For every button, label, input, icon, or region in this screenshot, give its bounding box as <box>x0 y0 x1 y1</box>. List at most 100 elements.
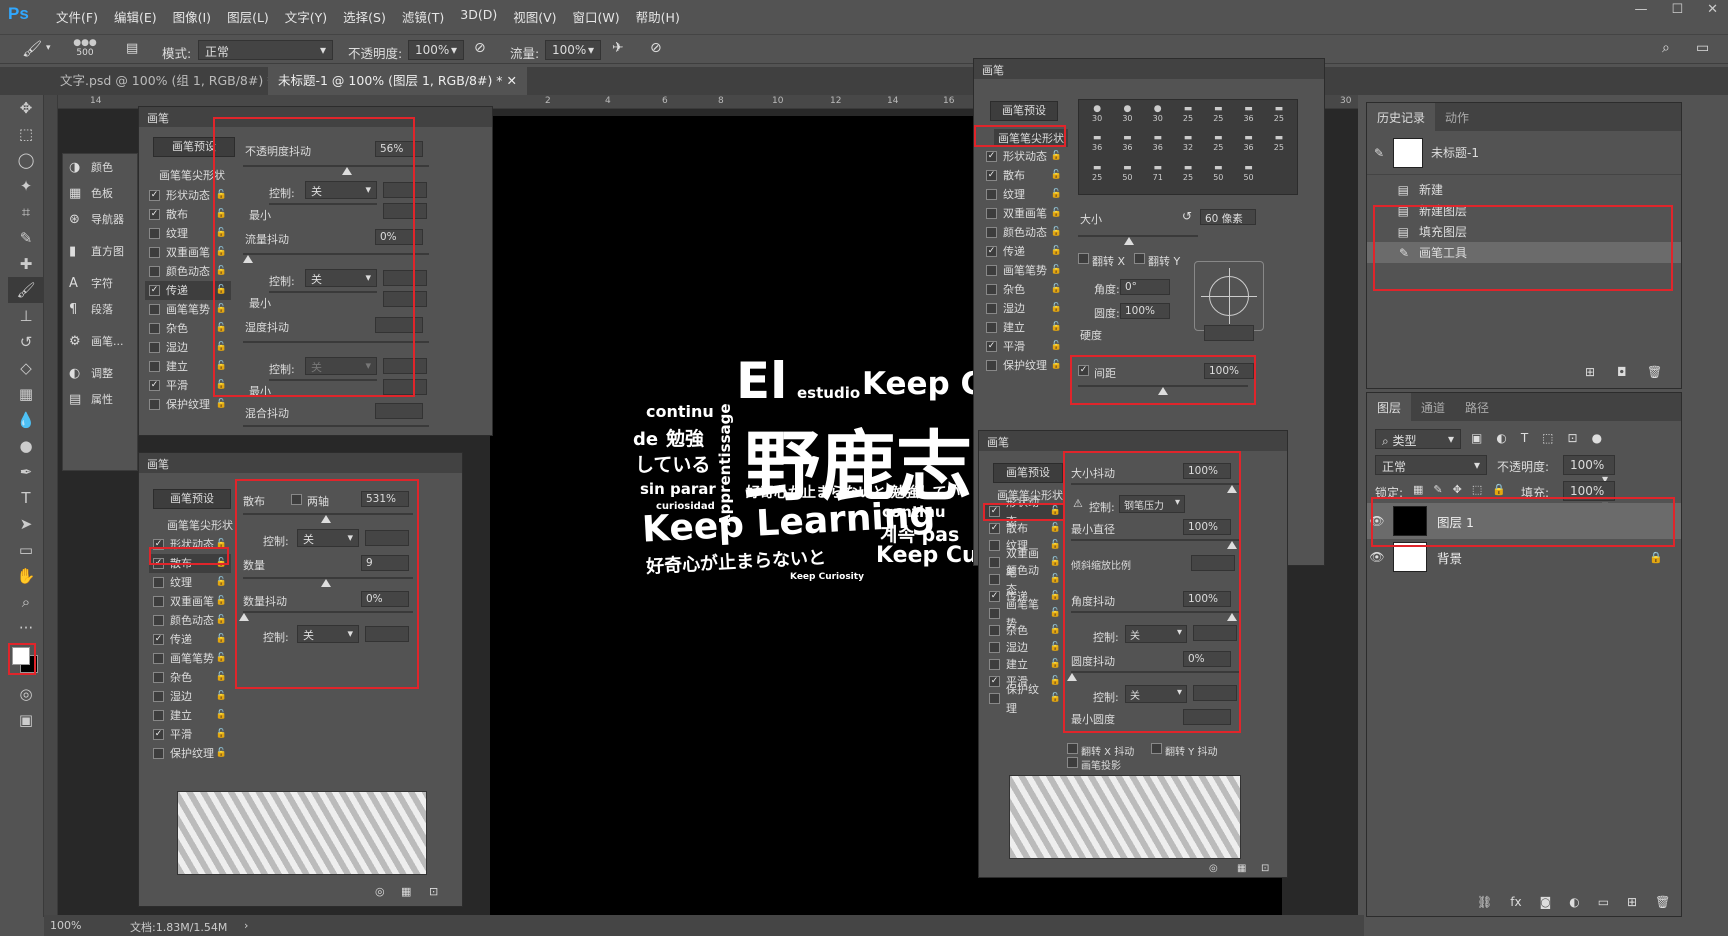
brush-tip-cell[interactable]: ▬ 36 <box>1144 133 1172 160</box>
close-icon[interactable]: ✕ <box>1707 2 1718 17</box>
smart-object-filter-icon[interactable]: ⊡ <box>1568 431 1578 445</box>
new-preset-icon[interactable]: ⊡ <box>429 885 438 898</box>
lasso-tool-icon[interactable]: ◯ <box>8 147 44 173</box>
new-preset-icon[interactable]: ⊡ <box>1261 863 1269 874</box>
brush-presets-button[interactable]: 画笔预设 <box>990 101 1058 121</box>
option-brush-pose[interactable]: 画笔笔势 🔓 <box>149 649 231 668</box>
brush-tip-cell[interactable]: ▬ 71 <box>1144 163 1172 190</box>
option-color-dynamics[interactable]: 颜色动态 🔓 <box>985 564 1065 596</box>
checkbox[interactable] <box>989 693 1000 704</box>
checkbox[interactable] <box>153 672 164 683</box>
eyedropper-icon[interactable]: ✎ <box>8 225 44 251</box>
brush-tip-cell[interactable]: ▬ 25 <box>1174 163 1202 190</box>
mask-icon[interactable]: ◙ <box>1540 895 1552 909</box>
option-build-up[interactable]: 建立 🔓 <box>149 706 231 725</box>
quick-mask-icon[interactable]: ◎ <box>8 681 44 707</box>
opacity-select[interactable]: 100% ▾ <box>408 40 464 60</box>
option-texture[interactable]: 纹理 🔓 <box>149 573 231 592</box>
checkbox[interactable] <box>989 574 1000 585</box>
brush-preset-picker[interactable]: ●●● 500 <box>70 38 100 62</box>
checkbox[interactable] <box>153 577 164 588</box>
slider-handle[interactable] <box>1124 237 1134 245</box>
checkbox[interactable]: ✓ <box>989 591 1000 602</box>
brush-tip-cell[interactable]: ▬ 36 <box>1234 133 1262 160</box>
option-scattering[interactable]: ✓ 散布 🔓 <box>982 166 1066 185</box>
menu-item[interactable]: 窗口(W) <box>565 7 628 26</box>
checkbox[interactable] <box>986 189 997 200</box>
pressure-size-icon[interactable]: ⊘ <box>650 40 662 56</box>
hardness-field[interactable] <box>1204 325 1254 341</box>
checkbox[interactable]: ✓ <box>153 729 164 740</box>
rectangle-tool-icon[interactable]: ▭ <box>8 537 44 563</box>
option-noise[interactable]: 杂色 🔓 <box>149 668 231 687</box>
menu-item[interactable]: 选择(S) <box>335 7 394 26</box>
checkbox[interactable] <box>986 227 997 238</box>
adjustment-layer-icon[interactable]: ◐ <box>1569 895 1579 909</box>
flip-x-jitter-checkbox[interactable] <box>1067 743 1078 754</box>
roundness-field[interactable]: 100% <box>1120 303 1170 319</box>
brush-tool-icon[interactable]: 🖌 <box>8 277 44 303</box>
option-build-up[interactable]: 建立 🔓 <box>982 318 1066 337</box>
chevron-down-icon[interactable]: ▾ <box>46 43 51 53</box>
foreground-color[interactable] <box>12 647 30 665</box>
close-icon[interactable]: ✕ <box>507 73 517 88</box>
grid-icon[interactable]: ▦ <box>1237 863 1246 874</box>
lock-all-icon[interactable]: 🔒 <box>1492 483 1506 496</box>
mini-panel-histogram[interactable]: ▮ 直方图 <box>63 232 137 270</box>
mini-panel-properties[interactable]: ▤ 属性 <box>63 386 137 412</box>
checkbox[interactable] <box>986 284 997 295</box>
mini-panel-paragraph[interactable]: ¶ 段落 <box>63 296 137 322</box>
option-brush-pose[interactable]: 画笔笔势 🔓 <box>985 598 1065 630</box>
lock-transparent-icon[interactable]: ▦ <box>1413 483 1423 496</box>
option-smoothing[interactable]: ✓ 平滑 🔓 <box>149 725 231 744</box>
angle-field[interactable]: 0° <box>1120 279 1170 295</box>
brush-tip-cell[interactable]: ● 30 <box>1144 104 1172 131</box>
checkbox[interactable] <box>153 615 164 626</box>
flip-x-checkbox[interactable] <box>1078 253 1089 264</box>
brush-tip-cell[interactable]: ▬ 36 <box>1083 133 1111 160</box>
checkbox[interactable] <box>153 710 164 721</box>
checkbox[interactable] <box>986 208 997 219</box>
option-shape-dynamics[interactable]: ✓ 形状动态 🔓 <box>982 147 1066 166</box>
adjustment-filter-icon[interactable]: ◐ <box>1496 431 1506 445</box>
type-tool-icon[interactable]: T <box>8 485 44 511</box>
minimize-icon[interactable]: — <box>1634 2 1647 17</box>
folder-icon[interactable]: ▭ <box>1598 895 1609 909</box>
option-smoothing[interactable]: ✓ 平滑 🔓 <box>982 337 1066 356</box>
filter-toggle-icon[interactable]: ● <box>1592 431 1602 445</box>
tab-channels[interactable]: 通道 <box>1411 393 1455 422</box>
tab-paths[interactable]: 路径 <box>1455 393 1499 422</box>
option-texture[interactable]: 纹理 🔓 <box>982 185 1066 204</box>
option-wet-edges[interactable]: 湿边 🔓 <box>985 639 1065 656</box>
checkbox[interactable]: ✓ <box>989 676 1000 687</box>
option-color-dynamics[interactable]: 颜色动态 🔓 <box>982 223 1066 242</box>
toggle-live-tip-icon[interactable]: ◎ <box>1209 863 1218 874</box>
history-brush-source-icon[interactable]: ✎ <box>1367 146 1391 160</box>
option-color-dynamics[interactable]: 颜色动态 🔓 <box>149 611 231 630</box>
tab-actions[interactable]: 动作 <box>1435 103 1479 132</box>
option-wet-edges[interactable]: 湿边 🔓 <box>982 299 1066 318</box>
flip-y-jitter-checkbox[interactable] <box>1151 743 1162 754</box>
option-scattering[interactable]: ✓ 散布 🔓 <box>985 520 1065 537</box>
crop-tool-icon[interactable]: ⌗ <box>8 199 44 225</box>
lock-position-icon[interactable]: ✥ <box>1453 483 1462 496</box>
move-tool-icon[interactable]: ✥ <box>8 95 44 121</box>
option-wet-edges[interactable]: 湿边 🔓 <box>149 687 231 706</box>
checkbox[interactable]: ✓ <box>149 209 160 220</box>
brush-tool-icon[interactable]: 🖌 <box>22 39 42 58</box>
blend-mode-select[interactable]: 正常 ▾ <box>1375 455 1487 475</box>
brush-tip-shape-item[interactable]: 画笔笔尖形状 <box>167 517 233 533</box>
mini-panel-swatches[interactable]: ▦ 色板 <box>63 180 137 206</box>
checkbox[interactable] <box>986 360 997 371</box>
layer-name[interactable]: 背景 <box>1437 548 1462 567</box>
brush-tip-cell[interactable]: ● 30 <box>1113 104 1141 131</box>
mini-panel-navigator[interactable]: ⊛ 导航器 <box>63 206 137 232</box>
checkbox[interactable]: ✓ <box>989 523 1000 534</box>
eye-icon[interactable]: 👁 <box>1367 550 1387 564</box>
more-tools-icon[interactable]: ··· <box>8 615 44 641</box>
checkbox[interactable]: ✓ <box>986 341 997 352</box>
brush-tip-cell[interactable]: ▬ 25 <box>1204 104 1232 131</box>
checkbox[interactable] <box>989 540 1000 551</box>
menu-item[interactable]: 视图(V) <box>505 7 564 26</box>
size-slider[interactable] <box>1078 235 1198 237</box>
